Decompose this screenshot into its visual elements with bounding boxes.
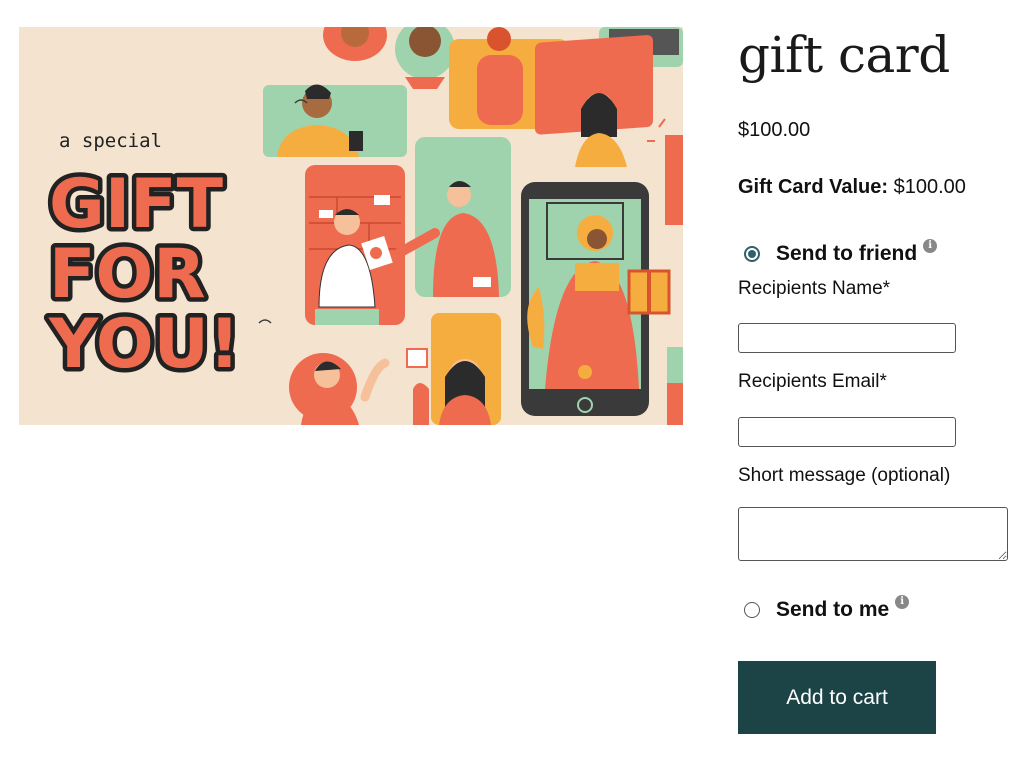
product-image: a special GIFT FOR YOU! [19, 27, 683, 425]
gift-card-value-amount: $100.00 [893, 176, 966, 198]
short-message-field[interactable] [738, 507, 1008, 561]
recipient-name-field[interactable] [738, 323, 956, 353]
add-to-cart-button[interactable]: Add to cart [738, 661, 936, 734]
hero-headline-line-3: YOU! [48, 305, 240, 384]
send-to-me-radio[interactable] [744, 602, 760, 618]
gift-card-value: Gift Card Value: $100.00 [738, 176, 966, 199]
send-to-me-label[interactable]: Send to me [776, 598, 889, 622]
product-title: gift card [738, 26, 950, 84]
hero-headline-line-1: GIFT [49, 165, 224, 244]
short-message-label: Short message (optional) [738, 465, 951, 486]
send-to-friend-radio[interactable] [744, 246, 760, 262]
recipient-email-field[interactable] [738, 417, 956, 447]
send-to-friend-label[interactable]: Send to friend [776, 242, 917, 266]
hero-kicker: a special [59, 130, 162, 152]
recipient-name-label: Recipients Name* [738, 278, 891, 299]
recipient-email-label: Recipients Email* [738, 371, 887, 392]
product-price: $100.00 [738, 119, 811, 141]
send-to-me-option[interactable]: Send to me i [744, 595, 910, 622]
gift-card-value-label: Gift Card Value: [738, 176, 889, 198]
hero-headline-line-2: FOR [49, 235, 206, 314]
gift-card-illustration: a special GIFT FOR YOU! [19, 27, 683, 425]
send-to-friend-option[interactable]: Send to friend i [744, 239, 938, 266]
info-icon[interactable]: i [923, 239, 938, 253]
info-icon[interactable]: i [895, 595, 910, 609]
